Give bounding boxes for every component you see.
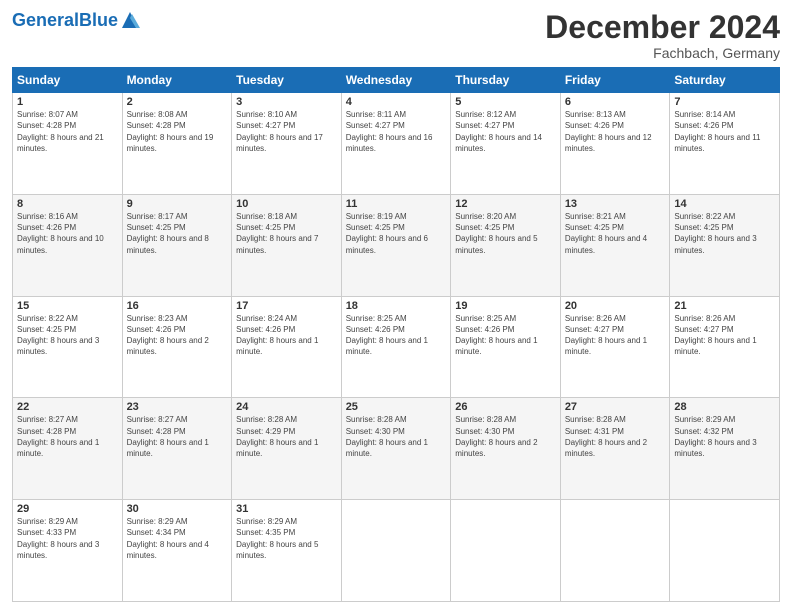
table-row: 13Sunrise: 8:21 AMSunset: 4:25 PMDayligh…	[560, 194, 670, 296]
table-row	[341, 500, 451, 602]
table-row: 30Sunrise: 8:29 AMSunset: 4:34 PMDayligh…	[122, 500, 232, 602]
calendar-header-row: Sunday Monday Tuesday Wednesday Thursday…	[13, 68, 780, 93]
table-row: 18Sunrise: 8:25 AMSunset: 4:26 PMDayligh…	[341, 296, 451, 398]
table-row: 16Sunrise: 8:23 AMSunset: 4:26 PMDayligh…	[122, 296, 232, 398]
table-row: 12Sunrise: 8:20 AMSunset: 4:25 PMDayligh…	[451, 194, 561, 296]
col-friday: Friday	[560, 68, 670, 93]
calendar-week-row: 8Sunrise: 8:16 AMSunset: 4:26 PMDaylight…	[13, 194, 780, 296]
logo: GeneralBlue	[12, 10, 140, 30]
location: Fachbach, Germany	[545, 45, 780, 61]
table-row: 29Sunrise: 8:29 AMSunset: 4:33 PMDayligh…	[13, 500, 123, 602]
page-container: GeneralBlue December 2024 Fachbach, Germ…	[0, 0, 792, 612]
title-block: December 2024 Fachbach, Germany	[545, 10, 780, 61]
table-row: 20Sunrise: 8:26 AMSunset: 4:27 PMDayligh…	[560, 296, 670, 398]
table-row: 17Sunrise: 8:24 AMSunset: 4:26 PMDayligh…	[232, 296, 342, 398]
logo-icon	[120, 10, 140, 30]
calendar-week-row: 1Sunrise: 8:07 AMSunset: 4:28 PMDaylight…	[13, 93, 780, 195]
table-row: 25Sunrise: 8:28 AMSunset: 4:30 PMDayligh…	[341, 398, 451, 500]
table-row	[451, 500, 561, 602]
table-row: 8Sunrise: 8:16 AMSunset: 4:26 PMDaylight…	[13, 194, 123, 296]
col-saturday: Saturday	[670, 68, 780, 93]
table-row: 14Sunrise: 8:22 AMSunset: 4:25 PMDayligh…	[670, 194, 780, 296]
table-row: 19Sunrise: 8:25 AMSunset: 4:26 PMDayligh…	[451, 296, 561, 398]
table-row: 31Sunrise: 8:29 AMSunset: 4:35 PMDayligh…	[232, 500, 342, 602]
table-row: 4Sunrise: 8:11 AMSunset: 4:27 PMDaylight…	[341, 93, 451, 195]
table-row: 9Sunrise: 8:17 AMSunset: 4:25 PMDaylight…	[122, 194, 232, 296]
table-row: 22Sunrise: 8:27 AMSunset: 4:28 PMDayligh…	[13, 398, 123, 500]
table-row: 3Sunrise: 8:10 AMSunset: 4:27 PMDaylight…	[232, 93, 342, 195]
table-row	[560, 500, 670, 602]
table-row: 5Sunrise: 8:12 AMSunset: 4:27 PMDaylight…	[451, 93, 561, 195]
table-row: 10Sunrise: 8:18 AMSunset: 4:25 PMDayligh…	[232, 194, 342, 296]
table-row: 21Sunrise: 8:26 AMSunset: 4:27 PMDayligh…	[670, 296, 780, 398]
table-row: 2Sunrise: 8:08 AMSunset: 4:28 PMDaylight…	[122, 93, 232, 195]
col-thursday: Thursday	[451, 68, 561, 93]
table-row: 23Sunrise: 8:27 AMSunset: 4:28 PMDayligh…	[122, 398, 232, 500]
col-wednesday: Wednesday	[341, 68, 451, 93]
table-row: 26Sunrise: 8:28 AMSunset: 4:30 PMDayligh…	[451, 398, 561, 500]
col-tuesday: Tuesday	[232, 68, 342, 93]
table-row: 27Sunrise: 8:28 AMSunset: 4:31 PMDayligh…	[560, 398, 670, 500]
month-title: December 2024	[545, 10, 780, 45]
calendar-week-row: 22Sunrise: 8:27 AMSunset: 4:28 PMDayligh…	[13, 398, 780, 500]
header: GeneralBlue December 2024 Fachbach, Germ…	[12, 10, 780, 61]
table-row: 6Sunrise: 8:13 AMSunset: 4:26 PMDaylight…	[560, 93, 670, 195]
col-sunday: Sunday	[13, 68, 123, 93]
calendar-week-row: 15Sunrise: 8:22 AMSunset: 4:25 PMDayligh…	[13, 296, 780, 398]
table-row: 28Sunrise: 8:29 AMSunset: 4:32 PMDayligh…	[670, 398, 780, 500]
table-row: 24Sunrise: 8:28 AMSunset: 4:29 PMDayligh…	[232, 398, 342, 500]
calendar-table: Sunday Monday Tuesday Wednesday Thursday…	[12, 67, 780, 602]
table-row: 1Sunrise: 8:07 AMSunset: 4:28 PMDaylight…	[13, 93, 123, 195]
table-row: 7Sunrise: 8:14 AMSunset: 4:26 PMDaylight…	[670, 93, 780, 195]
table-row: 15Sunrise: 8:22 AMSunset: 4:25 PMDayligh…	[13, 296, 123, 398]
table-row	[670, 500, 780, 602]
table-row: 11Sunrise: 8:19 AMSunset: 4:25 PMDayligh…	[341, 194, 451, 296]
calendar-week-row: 29Sunrise: 8:29 AMSunset: 4:33 PMDayligh…	[13, 500, 780, 602]
col-monday: Monday	[122, 68, 232, 93]
logo-text: GeneralBlue	[12, 11, 118, 29]
